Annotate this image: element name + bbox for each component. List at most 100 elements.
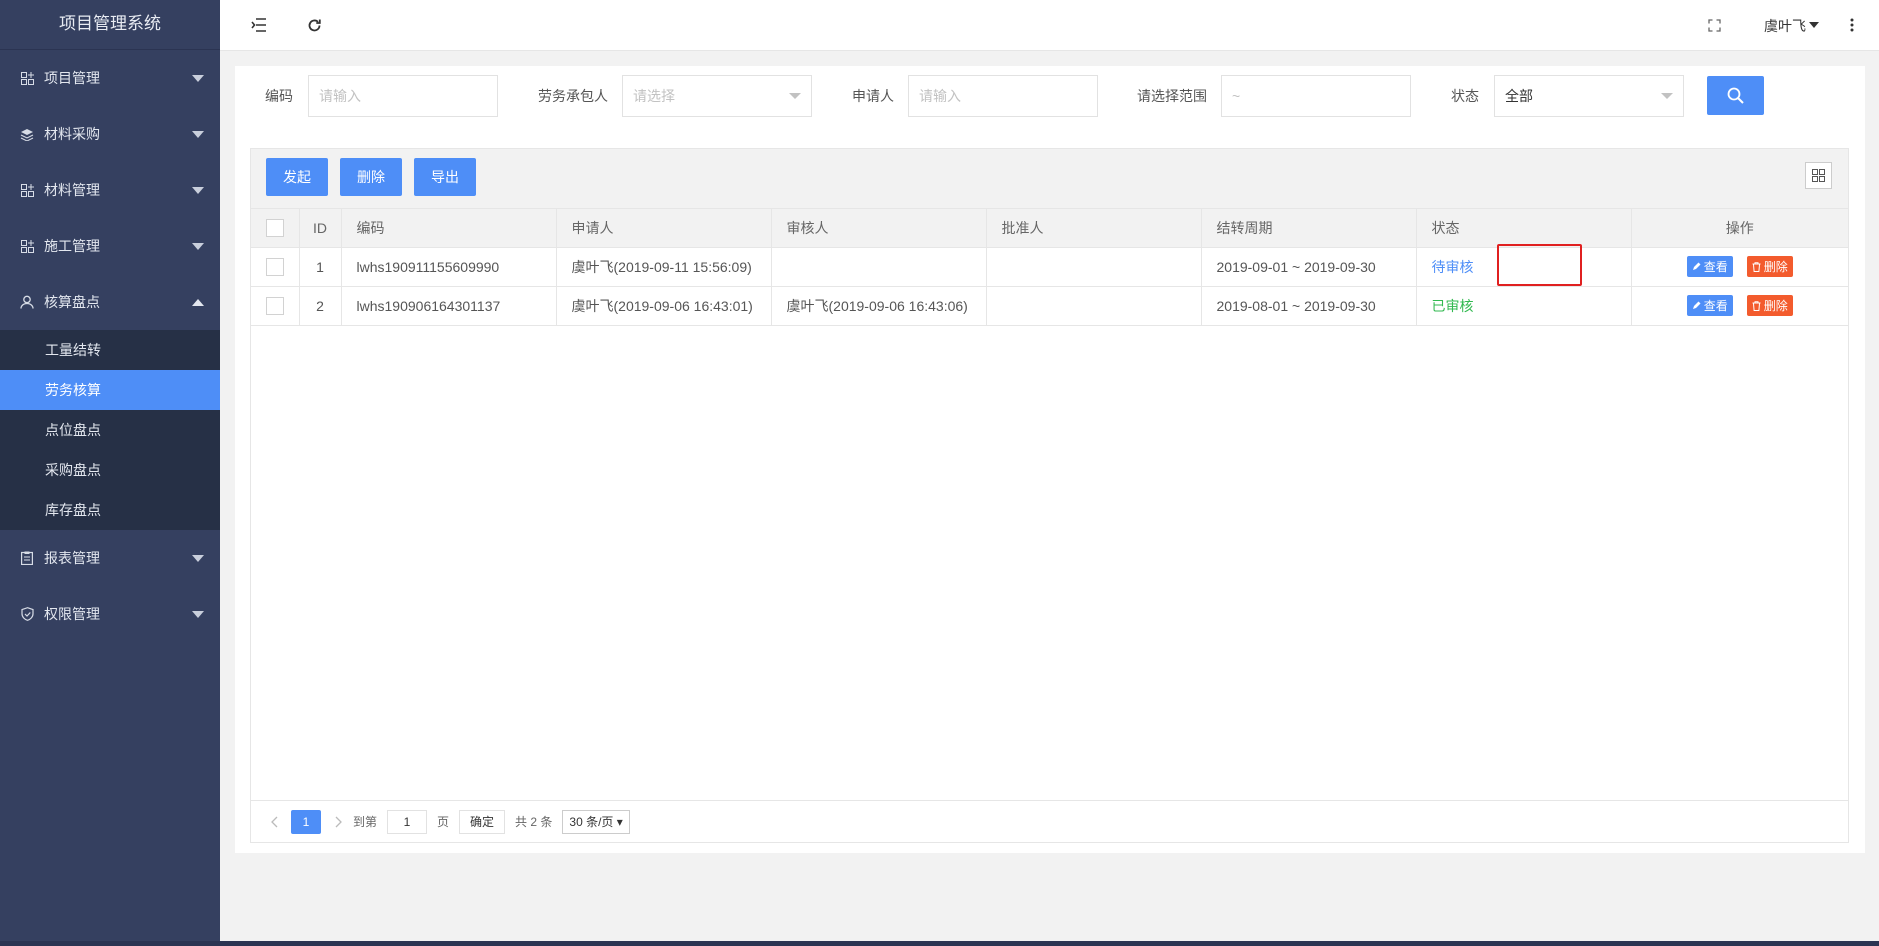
page-number-current[interactable]: 1 [291, 809, 321, 834]
sidebar-item-construction[interactable]: 施工管理 [0, 218, 220, 274]
column-header-id[interactable]: ID [299, 209, 342, 248]
total-count: 共 2 条 [515, 815, 553, 829]
user-icon [20, 295, 34, 309]
column-header-actions: 操作 [1631, 209, 1848, 248]
sidebar-item-label: 项目管理 [44, 70, 100, 86]
sidebar-item-reports[interactable]: 报表管理 [0, 530, 220, 586]
cell-status: 待审核 [1416, 247, 1632, 287]
column-toggle-icon[interactable] [1805, 162, 1832, 189]
select-value: 全部 [1505, 88, 1533, 104]
chevron-down-icon [192, 555, 204, 562]
page-size-select[interactable]: 30 条/页 ▾ [562, 809, 630, 834]
filter-contractor-label: 劳务承包人 [538, 88, 608, 104]
grid-plus-icon [20, 239, 34, 253]
submenu-accounting: 工量结转 劳务核算 点位盘点 采购盘点 库存盘点 [0, 330, 220, 530]
sidebar-item-permissions[interactable]: 权限管理 [0, 586, 220, 642]
row-checkbox[interactable] [265, 296, 284, 315]
column-header-applicant[interactable]: 申请人 [556, 209, 772, 248]
more-vertical-icon[interactable] [1841, 14, 1863, 36]
top-header: 虞叶飞 [220, 0, 1879, 51]
chevron-down-icon [192, 243, 204, 250]
trash-icon [1752, 300, 1761, 311]
chevron-down-icon [192, 611, 204, 618]
goto-page-input[interactable]: 1 [387, 809, 428, 834]
page-unit-label: 页 [437, 815, 450, 829]
grid-plus-icon [20, 183, 34, 197]
column-header-code[interactable]: 编码 [341, 209, 557, 248]
fullscreen-icon[interactable] [1703, 14, 1725, 36]
sidebar-item-project[interactable]: 项目管理 [0, 50, 220, 106]
sidebar-item-labor-accounting[interactable]: 劳务核算 [0, 370, 220, 410]
select-all-checkbox[interactable] [265, 218, 284, 237]
row-checkbox[interactable] [265, 257, 284, 276]
filter-status-select[interactable]: 全部 [1494, 75, 1684, 117]
chevron-down-icon [192, 131, 204, 138]
filter-bar: 编码 请输入 劳务承包人 请选择 申请人 请输入 请选择范围 ~ 状态 全部 [235, 66, 1865, 146]
sidebar-item-label: 施工管理 [44, 238, 100, 254]
pagination: 1 到第 1 页 确定 共 2 条 30 条/页 ▾ [251, 800, 1848, 842]
sidebar-item-label: 核算盘点 [44, 294, 100, 310]
row-select-cell [251, 247, 300, 287]
goto-label: 到第 [353, 815, 378, 829]
main-card: 编码 请输入 劳务承包人 请选择 申请人 请输入 请选择范围 ~ 状态 全部 发… [235, 66, 1865, 853]
refresh-icon[interactable] [303, 14, 325, 36]
clipboard-icon [20, 551, 34, 565]
filter-applicant-label: 申请人 [852, 88, 894, 104]
table-header-row: ID 编码 申请人 审核人 批准人 结转周期 状态 操作 [251, 209, 1848, 248]
search-icon [1727, 87, 1744, 104]
page-size-value: 30 条/页 [569, 814, 614, 829]
view-button[interactable]: 查看 [1686, 256, 1733, 277]
layers-icon [20, 127, 34, 141]
sidebar-item-label: 权限管理 [44, 606, 100, 622]
batch-delete-button[interactable]: 删除 [340, 158, 402, 196]
goto-confirm-button[interactable]: 确定 [459, 809, 506, 834]
sidebar-item-workload-transfer[interactable]: 工量结转 [0, 330, 220, 370]
column-header-approver[interactable]: 批准人 [986, 209, 1202, 248]
chevron-down-icon[interactable] [1809, 22, 1819, 28]
prev-page-icon[interactable] [265, 810, 283, 834]
sidebar-item-label: 材料管理 [44, 182, 100, 198]
sidebar-item-label: 材料采购 [44, 126, 100, 142]
row-select-cell [251, 286, 300, 326]
chevron-down-icon [192, 187, 204, 194]
delete-button[interactable]: 删除 [1746, 256, 1793, 277]
filter-range-input[interactable]: ~ [1221, 75, 1411, 117]
edit-icon [1692, 262, 1701, 270]
cell-actions: 查看 删除 [1631, 286, 1848, 326]
sidebar-item-accounting[interactable]: 核算盘点 [0, 274, 220, 330]
filter-contractor-select[interactable]: 请选择 [622, 75, 812, 117]
data-table: ID 编码 申请人 审核人 批准人 结转周期 状态 操作 1 lwhs19091… [251, 209, 1848, 326]
filter-code-input[interactable]: 请输入 [308, 75, 498, 117]
sidebar-item-purchase-inventory[interactable]: 采购盘点 [0, 450, 220, 490]
next-page-icon[interactable] [329, 810, 347, 834]
delete-button[interactable]: 删除 [1746, 295, 1793, 316]
start-button[interactable]: 发起 [266, 158, 328, 196]
column-header-status[interactable]: 状态 [1416, 209, 1632, 248]
cell-status: 已审核 [1416, 286, 1632, 326]
table-row: 2 lwhs190906164301137 虞叶飞(2019-09-06 16:… [251, 286, 1848, 326]
cell-id: 1 [299, 247, 342, 287]
cell-reviewer [771, 247, 987, 287]
export-button[interactable]: 导出 [414, 158, 476, 196]
sidebar-item-point-inventory[interactable]: 点位盘点 [0, 410, 220, 450]
menu-collapse-icon[interactable] [248, 14, 270, 36]
search-button[interactable] [1707, 76, 1764, 115]
chevron-down-icon [789, 93, 801, 99]
chevron-down-icon [1661, 93, 1673, 99]
cell-period: 2019-08-01 ~ 2019-09-30 [1201, 286, 1417, 326]
column-header-period[interactable]: 结转周期 [1201, 209, 1417, 248]
select-placeholder: 请选择 [633, 88, 675, 104]
filter-applicant-input[interactable]: 请输入 [908, 75, 1098, 117]
cell-code: lwhs190906164301137 [341, 286, 557, 326]
sidebar-item-material-purchase[interactable]: 材料采购 [0, 106, 220, 162]
sidebar-item-stock-inventory[interactable]: 库存盘点 [0, 490, 220, 530]
user-menu[interactable]: 虞叶飞 [1764, 16, 1806, 36]
sidebar-item-label: 报表管理 [44, 550, 100, 566]
shield-check-icon [20, 607, 34, 621]
sidebar-item-material-manage[interactable]: 材料管理 [0, 162, 220, 218]
sidebar: 项目管理系统 项目管理 材料采购 材料管理 施工管理 核算盘点 工量结转 劳务核… [0, 0, 220, 946]
column-header-reviewer[interactable]: 审核人 [771, 209, 987, 248]
data-table-container: 发起 删除 导出 ID 编码 申请人 审核人 批准人 结转周期 状态 操作 1 … [250, 148, 1849, 843]
cell-approver [986, 247, 1202, 287]
view-button[interactable]: 查看 [1686, 295, 1733, 316]
